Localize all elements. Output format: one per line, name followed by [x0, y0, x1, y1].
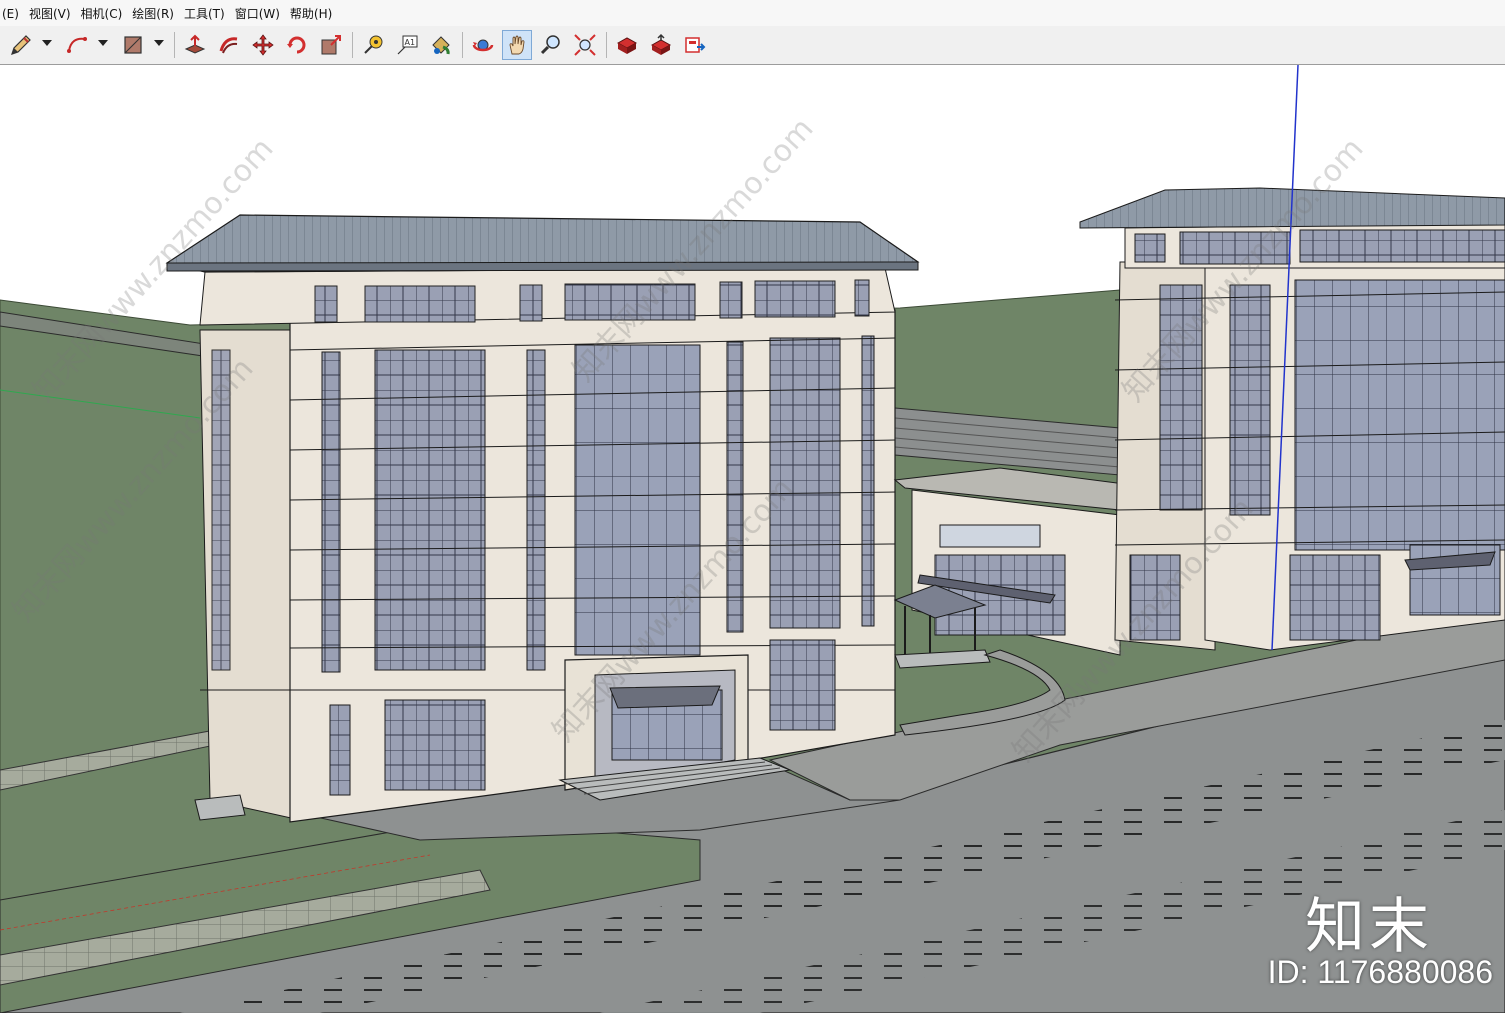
window — [364, 285, 476, 323]
window — [519, 284, 543, 322]
window — [314, 285, 338, 323]
tape-measure-icon[interactable] — [358, 30, 388, 60]
podium-window — [769, 639, 836, 731]
window-column — [526, 349, 546, 671]
window-column — [1229, 284, 1271, 516]
entrance-canopy — [609, 685, 721, 709]
push-pull-icon[interactable] — [180, 30, 210, 60]
window-column — [726, 341, 744, 633]
left-roof-eave — [166, 261, 919, 272]
rotate-icon[interactable] — [282, 30, 312, 60]
rectangle-icon[interactable] — [118, 30, 148, 60]
menu-window[interactable]: 窗口(W) — [230, 0, 285, 26]
podium-window — [384, 699, 486, 791]
toolbar-separator — [606, 32, 607, 58]
arc-dropdown[interactable] — [98, 40, 108, 46]
brand-watermark: 知末 — [1305, 892, 1433, 962]
zoom-extents-icon[interactable] — [570, 30, 600, 60]
window — [1299, 229, 1505, 263]
window — [1134, 233, 1166, 263]
toolbar-separator — [174, 32, 175, 58]
curtain-wall — [574, 344, 701, 656]
text-tool-label: A1 — [405, 38, 416, 47]
toolbar: A1 — [0, 26, 1505, 65]
toolbar-separator — [352, 32, 353, 58]
pan-hand-icon[interactable] — [502, 30, 532, 60]
window-column — [1159, 284, 1203, 511]
menu-tools[interactable]: 工具(T) — [179, 0, 230, 26]
window-column — [321, 351, 341, 673]
orbit-icon[interactable] — [468, 30, 498, 60]
window — [1179, 231, 1291, 265]
extension-warehouse-icon[interactable] — [680, 30, 710, 60]
window — [854, 279, 870, 317]
toolbar-separator — [462, 32, 463, 58]
menu-camera[interactable]: 相机(C) — [76, 0, 128, 26]
side-steps — [194, 794, 246, 821]
window-column — [769, 337, 841, 629]
podium-window — [1289, 554, 1381, 641]
window-column-side — [211, 349, 231, 671]
move-icon[interactable] — [248, 30, 278, 60]
pencil-dropdown[interactable] — [42, 40, 52, 46]
scene-canvas — [0, 65, 1505, 1013]
window — [754, 280, 836, 318]
window — [719, 281, 743, 319]
podium-window — [329, 704, 351, 796]
curtain-wall — [1294, 279, 1505, 551]
menu-help[interactable]: 帮助(H) — [285, 0, 337, 26]
warehouse-icon[interactable] — [612, 30, 642, 60]
rectangle-dropdown[interactable] — [154, 40, 164, 46]
zoom-icon[interactable] — [536, 30, 566, 60]
menu-draw[interactable]: 绘图(R) — [127, 0, 179, 26]
id-watermark: ID: 1176880086 — [1267, 954, 1493, 990]
pencil-icon[interactable] — [6, 30, 36, 60]
share-model-icon[interactable] — [646, 30, 676, 60]
podium-window — [1129, 554, 1181, 641]
menu-view[interactable]: 视图(V) — [24, 0, 76, 26]
follow-me-icon[interactable] — [214, 30, 244, 60]
connector-sign-glass — [939, 524, 1041, 548]
model-viewport[interactable] — [0, 65, 1505, 1013]
text-icon[interactable]: A1 — [392, 30, 422, 60]
paint-bucket-icon[interactable] — [426, 30, 456, 60]
menu-bar: (E) 视图(V) 相机(C) 绘图(R) 工具(T) 窗口(W) 帮助(H) — [0, 0, 1505, 26]
window — [564, 283, 696, 321]
window-column — [861, 335, 875, 627]
menu-edit[interactable]: (E) — [0, 0, 24, 26]
arc-icon[interactable] — [62, 30, 92, 60]
scale-icon[interactable] — [316, 30, 346, 60]
